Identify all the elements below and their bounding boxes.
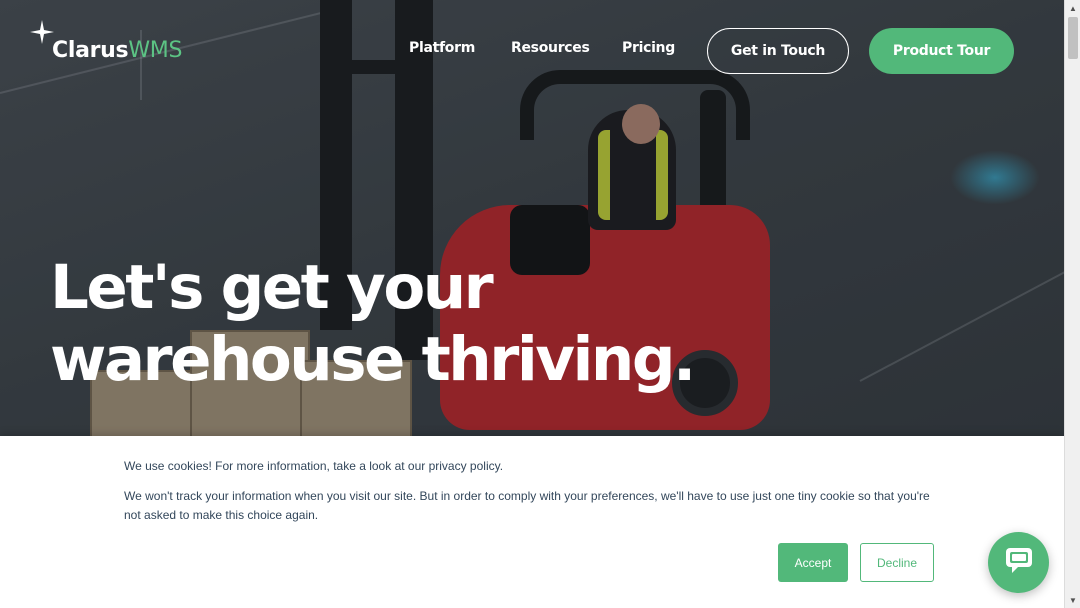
product-tour-button[interactable]: Product Tour (869, 28, 1014, 74)
cookie-text-intro: We use cookies! For more information, ta… (124, 459, 504, 473)
logo-text-bold: Clarus (52, 37, 129, 63)
scrollbar-thumb[interactable] (1068, 17, 1078, 59)
get-in-touch-button[interactable]: Get in Touch (707, 28, 849, 74)
hero-headline-line1: Let's get your (50, 252, 494, 323)
logo-text-light: WMS (128, 37, 183, 63)
decline-cookies-button[interactable]: Decline (860, 543, 934, 582)
nav-link-platform[interactable]: Platform (409, 40, 475, 56)
site-logo[interactable]: ClarusWMS (30, 20, 182, 66)
hero-headline-line2: warehouse thriving. (50, 324, 696, 395)
cookie-banner: We use cookies! For more information, ta… (0, 436, 1064, 608)
cookie-text-detail: We won't track your information when you… (124, 489, 930, 522)
accept-cookies-button[interactable]: Accept (778, 543, 848, 582)
nav-link-resources[interactable]: Resources (511, 40, 590, 56)
scroll-up-arrow-icon[interactable]: ▲ (1065, 0, 1080, 16)
sparkle-icon (30, 20, 54, 50)
chat-launcher-button[interactable] (988, 532, 1049, 593)
hero-headline: Let's get your warehouse thriving. (50, 252, 696, 396)
scroll-down-arrow-icon[interactable]: ▼ (1065, 592, 1080, 608)
chat-bubble-icon (1004, 545, 1034, 580)
nav-link-pricing[interactable]: Pricing (622, 40, 675, 56)
logo-text: ClarusWMS (52, 38, 182, 63)
page-scrollbar[interactable]: ▲ ▼ (1064, 0, 1080, 608)
